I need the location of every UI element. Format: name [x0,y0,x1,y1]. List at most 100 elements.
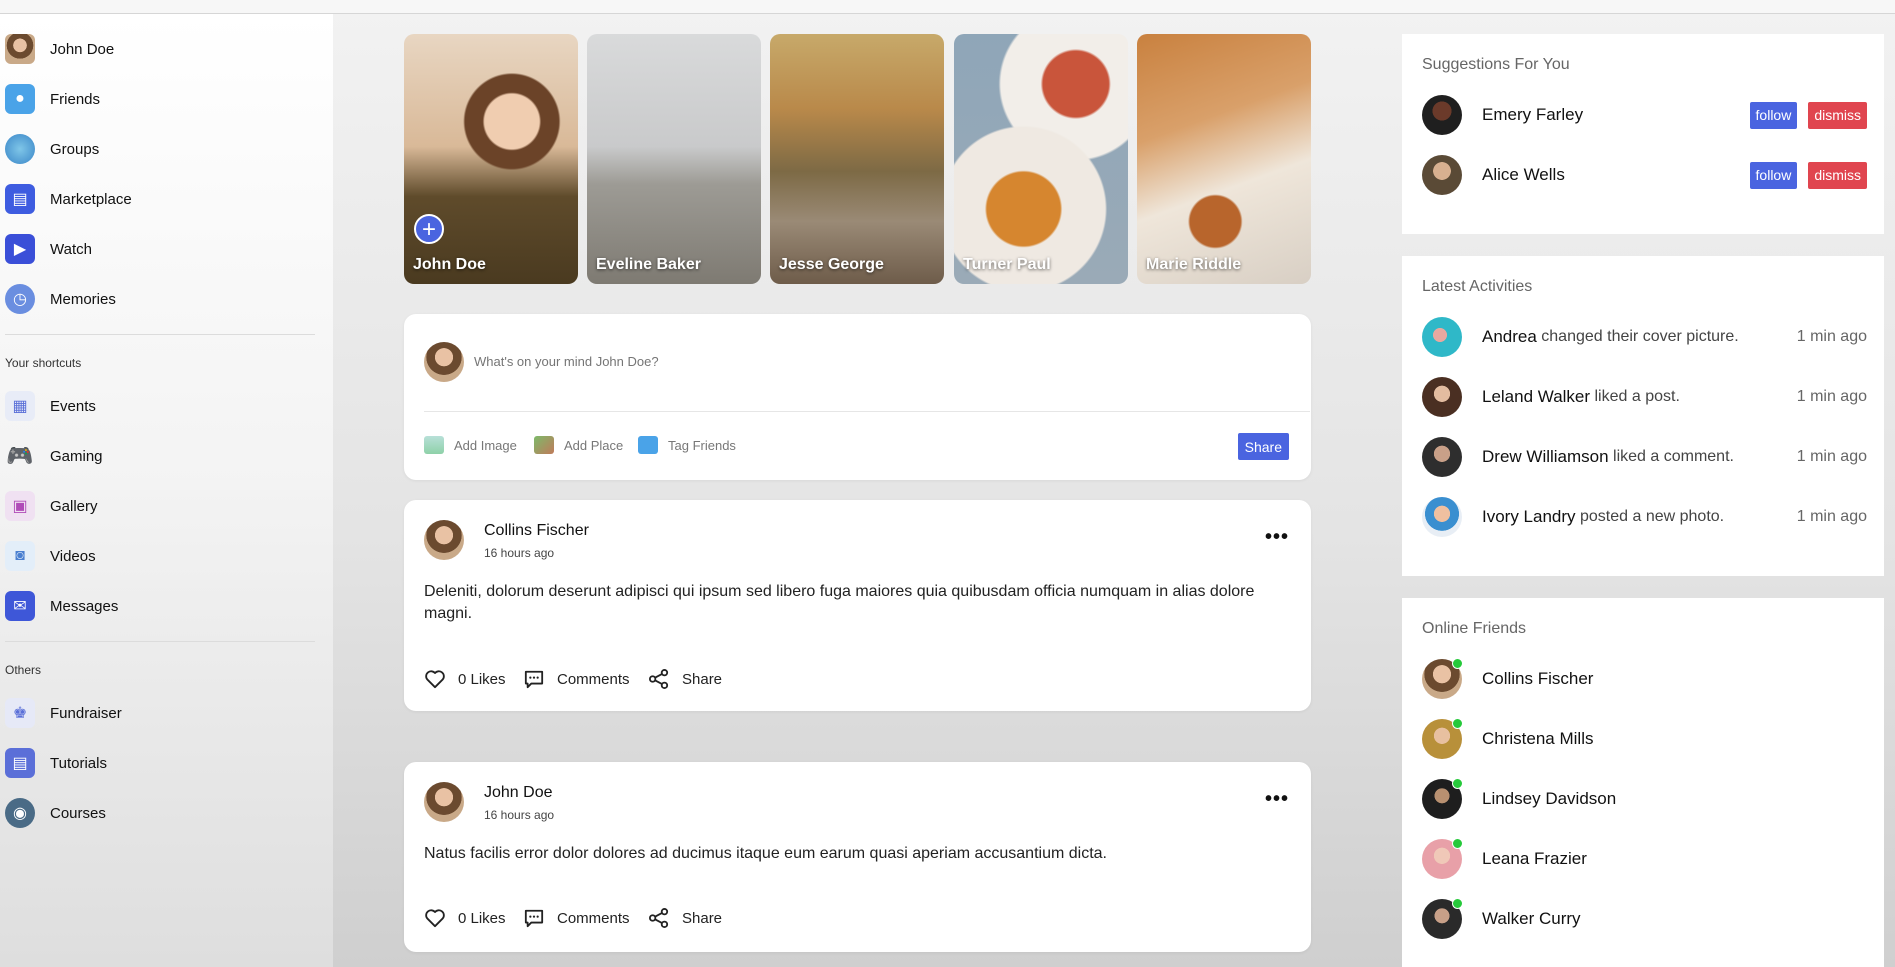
tag-friends-label: Tag Friends [668,437,736,453]
avatar [1422,95,1462,135]
online-friend-row[interactable]: Lindsey Davidson [1422,778,1867,819]
suggestion-row: Alice Wells follow dismiss [1422,155,1867,195]
activity-name[interactable]: Drew Williamson [1482,447,1609,467]
sidebar-item-label: Videos [50,547,96,565]
post-body: Natus facilis error dolor dolores ad duc… [424,845,1107,862]
likes-count: 0 Likes [458,909,506,927]
tutorials-icon: ▤ [5,748,35,778]
gaming-icon: 🎮 [6,443,34,468]
follow-button[interactable]: follow [1749,101,1798,129]
friend-name: Walker Curry [1482,909,1581,928]
sidebar-item-gaming[interactable]: 🎮 Gaming [5,436,103,476]
like-button[interactable]: 0 Likes [424,908,506,928]
sidebar-item-events[interactable]: ▦ Events [5,386,96,426]
heart-icon [425,909,445,928]
add-story-icon[interactable]: + [414,214,444,244]
activity-text: liked a post. [1594,388,1680,405]
groups-icon [5,134,35,164]
add-image-label: Add Image [454,437,517,453]
sidebar-item-label: Groups [50,140,100,158]
activities-title: Latest Activities [1422,278,1533,295]
post-author[interactable]: Collins Fischer [484,522,589,540]
share-label: Share [682,670,723,688]
online-friend-row[interactable]: Collins Fischer [1422,658,1867,699]
activity-name[interactable]: Andrea [1482,327,1537,347]
like-button[interactable]: 0 Likes [424,669,506,689]
sidebar-item-label: Fundraiser [50,704,122,722]
more-options-icon[interactable]: ••• [1265,526,1289,549]
sidebar-item-label: Gallery [50,497,98,515]
activity-name[interactable]: Ivory Landry [1482,507,1576,527]
sidebar-item-tutorials[interactable]: ▤ Tutorials [5,743,107,783]
sidebar-item-profile[interactable]: John Doe [5,29,114,69]
post-card: John Doe 16 hours ago ••• Natus facilis … [404,762,1311,952]
share-button[interactable]: Share [648,908,722,928]
online-friend-row[interactable]: Christena Mills [1422,718,1867,759]
story-card[interactable]: Eveline Baker [587,34,761,284]
dismiss-button[interactable]: dismiss [1808,161,1867,189]
composer-input[interactable] [474,354,1174,369]
story-card[interactable]: Marie Riddle [1137,34,1311,284]
activity-text: liked a comment. [1613,448,1734,465]
sidebar-item-messages[interactable]: ✉ Messages [5,586,118,626]
share-button[interactable]: Share [648,669,722,689]
sidebar-item-memories[interactable]: ◷ Memories [5,279,116,319]
sidebar-item-marketplace[interactable]: ▤ Marketplace [5,179,132,219]
sidebar-item-label: Memories [50,290,116,308]
post-author[interactable]: John Doe [484,784,553,802]
online-friend-row[interactable]: Leana Frazier [1422,838,1867,879]
left-sidebar: John Doe ● Friends Groups ▤ Marketplace … [0,14,333,967]
sidebar-item-friends[interactable]: ● Friends [5,79,100,119]
friend-name: Collins Fischer [1482,669,1594,688]
suggestion-name[interactable]: Alice Wells [1482,165,1565,185]
share-icon [649,669,669,689]
online-status-icon [1452,718,1463,729]
videos-icon: ◙ [5,541,35,571]
sidebar-item-courses[interactable]: ◉ Courses [5,793,106,833]
online-friends-panel: Online Friends Collins Fischer Christena… [1402,598,1884,967]
sidebar-item-groups[interactable]: Groups [5,129,99,169]
post-body: Deleniti, dolorum deserunt adipisci qui … [424,583,1255,622]
more-options-icon[interactable]: ••• [1265,788,1289,811]
follow-button[interactable]: follow [1749,161,1798,189]
sidebar-item-label: John Doe [50,40,115,58]
sidebar-item-videos[interactable]: ◙ Videos [5,536,96,576]
sidebar-divider [5,641,315,642]
suggestions-panel: Suggestions For You Emery Farley follow … [1402,34,1884,234]
share-icon [649,908,669,928]
suggestions-title: Suggestions For You [1422,56,1570,73]
activity-time: 1 min ago [1796,448,1867,465]
story-card[interactable]: + John Doe [404,34,578,284]
sidebar-item-label: Gaming [50,447,103,465]
sidebar-item-label: Tutorials [50,754,107,772]
activity-name[interactable]: Leland Walker [1482,387,1590,407]
sidebar-item-gallery[interactable]: ▣ Gallery [5,486,98,526]
shortcuts-heading: Your shortcuts [5,356,82,370]
add-image-button[interactable]: Add Image [424,436,517,454]
activity-time: 1 min ago [1796,388,1867,405]
sidebar-item-fundraiser[interactable]: ♚ Fundraiser [5,693,122,733]
fundraiser-icon: ♚ [5,698,35,728]
avatar [424,342,464,382]
online-status-icon [1452,778,1463,789]
add-place-button[interactable]: Add Place [534,436,623,454]
story-card[interactable]: Jesse George [770,34,944,284]
online-friend-row[interactable]: Walker Curry [1422,898,1867,939]
tag-friends-button[interactable]: Tag Friends [638,436,736,454]
dismiss-button[interactable]: dismiss [1808,101,1867,129]
activity-time: 1 min ago [1796,328,1867,345]
add-place-label: Add Place [564,437,624,453]
comments-button[interactable]: Comments [523,669,630,689]
avatar [1422,838,1463,879]
place-icon [534,436,554,454]
share-post-button[interactable]: Share [1237,433,1289,460]
sidebar-item-watch[interactable]: ▶ Watch [5,229,92,269]
activities-panel: Latest Activities Andrea changed their c… [1402,256,1884,576]
online-status-icon [1452,658,1463,669]
story-name: Turner Paul [963,256,1051,273]
story-card[interactable]: Turner Paul [954,34,1128,284]
comments-button[interactable]: Comments [523,908,630,928]
suggestion-row: Emery Farley follow dismiss [1422,95,1867,135]
share-label: Share [682,909,723,927]
suggestion-name[interactable]: Emery Farley [1482,105,1583,125]
